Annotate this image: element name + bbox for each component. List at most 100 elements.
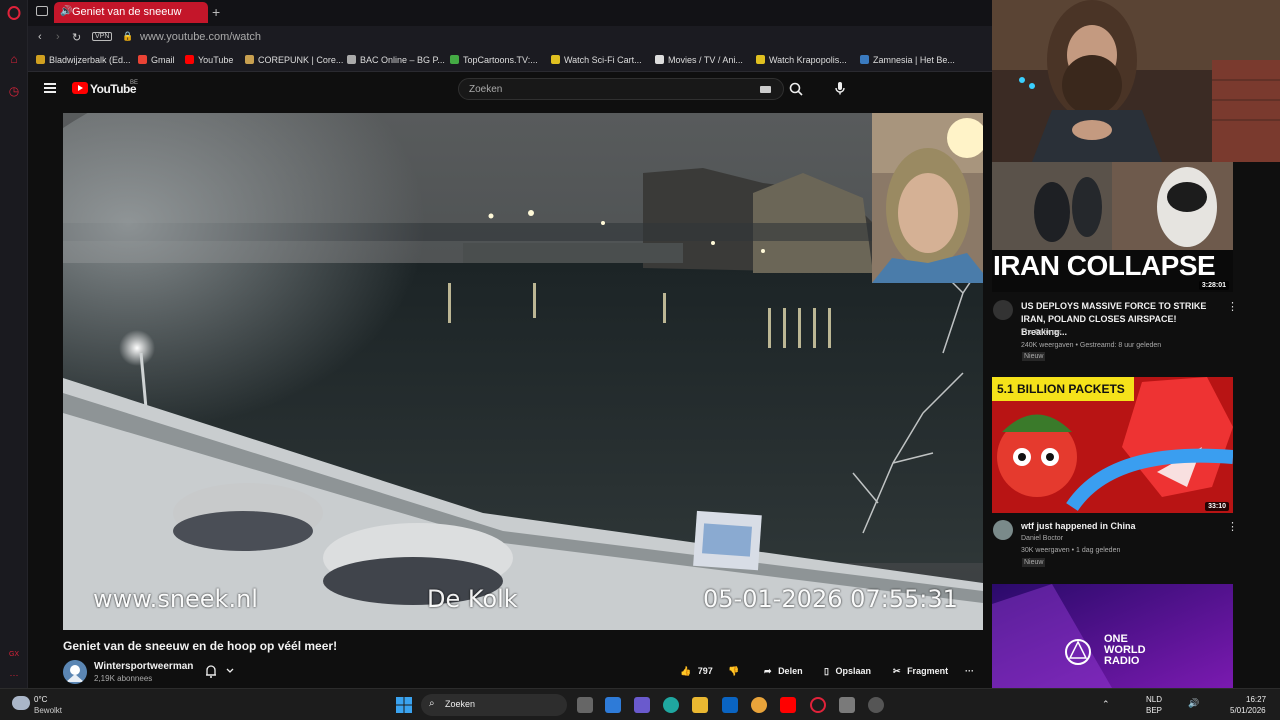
opera-gx-icon[interactable]	[810, 697, 826, 713]
vpn-badge[interactable]: VPN	[92, 32, 113, 41]
watermark-timestamp: 05-01-2026 07:55:31	[703, 585, 958, 613]
new-badge: Nieuw	[1022, 558, 1046, 567]
channel-name[interactable]: Wintersportweerman	[94, 661, 193, 672]
youtube-app-icon[interactable]	[780, 697, 796, 713]
streamer-webcam	[992, 0, 1280, 162]
forward-icon[interactable]: ›	[56, 31, 60, 43]
share-icon: ➦	[764, 666, 772, 676]
youtube-logo-icon[interactable]	[72, 82, 88, 94]
presenter-image	[872, 113, 983, 283]
calculator-icon[interactable]	[839, 697, 855, 713]
taskbar-search[interactable]: ⌕ Zoeken	[421, 694, 567, 716]
bookmark-item[interactable]: YouTube	[185, 55, 233, 65]
more-vert-icon[interactable]: ⋮	[1227, 520, 1238, 533]
microphone-icon[interactable]	[832, 80, 848, 96]
rec-thumb-text: IRAN COLLAPSE	[993, 250, 1216, 281]
more-vert-icon[interactable]: ⋮	[1227, 300, 1238, 313]
rec-thumbnail[interactable]: ONE WORLD RADIO	[992, 584, 1233, 688]
bell-icon[interactable]	[204, 664, 240, 678]
watermark-place: De Kolk	[427, 585, 518, 613]
country-code: BE	[130, 80, 139, 86]
dislike-button[interactable]: 👎	[728, 666, 739, 677]
bookmark-item[interactable]: Bladwijzerbalk (Ed...	[36, 55, 131, 65]
bookmark-item[interactable]: Watch Sci-Fi Cart...	[551, 55, 642, 65]
duration-badge: 33:10	[1205, 502, 1229, 511]
edge-icon[interactable]	[663, 697, 679, 713]
krapopolis-icon	[756, 55, 765, 64]
video-frame	[63, 113, 983, 630]
opera-logo-icon[interactable]	[7, 6, 21, 20]
weather-icon[interactable]	[12, 696, 30, 710]
history-icon[interactable]: ◷	[7, 84, 21, 98]
language-top[interactable]: NLD	[1146, 695, 1162, 704]
bookmark-item[interactable]: Gmail	[138, 55, 175, 65]
bookmarks-bar: Bladwijzerbalk (Ed... Gmail YouTube CORE…	[28, 50, 992, 72]
tab-title: Geniet van de sneeuw	[72, 6, 182, 18]
bookmark-item[interactable]: Watch Krapopolis...	[756, 55, 847, 65]
volume-icon[interactable]: 🔊	[1188, 698, 1199, 709]
url-field[interactable]: www.youtube.com/watch	[140, 31, 261, 43]
clock-time[interactable]: 16:27	[1246, 695, 1266, 704]
outlook-icon[interactable]	[722, 697, 738, 713]
video-player[interactable]: www.sneek.nl De Kolk 05-01-2026 07:55:31	[63, 113, 983, 630]
watermark-site: www.sneek.nl	[93, 585, 258, 613]
bookmark-item[interactable]: COREPUNK | Core...	[245, 55, 343, 65]
teams-icon[interactable]	[634, 697, 650, 713]
speaker-icon[interactable]: 🔊	[60, 6, 72, 17]
tray-chevron-icon[interactable]: ⌃	[1102, 699, 1110, 710]
rec-thumbnail[interactable]: 5.1 BILLION PACKETS 33:10	[992, 377, 1233, 513]
rec-meta: 240K weergaven • Gestreamd: 8 uur gelede…	[1021, 342, 1162, 349]
channel-avatar[interactable]	[993, 520, 1013, 540]
gx-icon[interactable]: GX	[7, 648, 21, 662]
address-bar: ‹ › ↻ VPN 🔒 www.youtube.com/watch	[28, 26, 992, 50]
rec-title[interactable]: wtf just happened in China	[1021, 520, 1221, 533]
store-icon[interactable]	[605, 697, 621, 713]
channel-avatar[interactable]	[993, 300, 1013, 320]
tab-active[interactable]: 🔊 Geniet van de sneeuw	[54, 2, 208, 23]
search-input[interactable]: Zoeken	[458, 78, 784, 100]
bookmark-item[interactable]: BAC Online – BG P...	[347, 55, 445, 65]
bookmark-icon: ▯	[824, 666, 829, 676]
bookmark-item[interactable]: Zamnesia | Het Be...	[860, 55, 955, 65]
windows-start-icon[interactable]	[396, 697, 412, 713]
scifi-icon	[551, 55, 560, 64]
bag-icon[interactable]: ⌂	[7, 52, 21, 66]
rec-thumbnail[interactable]: IRAN COLLAPSE 3:28:01	[992, 162, 1233, 292]
scissors-icon: ✂	[893, 666, 901, 676]
keyboard-icon[interactable]	[760, 86, 771, 93]
rec-thumb-text: 5.1 BILLION PACKETS	[997, 382, 1125, 396]
save-button[interactable]: ▯ Opslaan	[824, 666, 871, 677]
language-bottom[interactable]: BEP	[1146, 706, 1162, 715]
channel-avatar[interactable]	[63, 660, 87, 684]
explorer-icon[interactable]	[692, 697, 708, 713]
more-icon[interactable]: ···	[7, 668, 21, 682]
bac-icon	[347, 55, 356, 64]
settings-gear-icon[interactable]	[868, 697, 884, 713]
bookmark-item[interactable]: Movies / TV / Ani...	[655, 55, 743, 65]
reload-icon[interactable]: ↻	[72, 31, 81, 44]
clock-date[interactable]: 5/01/2026	[1230, 706, 1266, 715]
lock-icon: 🔒	[122, 31, 134, 41]
like-count: 797	[697, 666, 713, 676]
rec-channel[interactable]: The Enforcer	[1021, 329, 1061, 336]
search-icon[interactable]	[788, 81, 804, 97]
task-view-icon[interactable]	[577, 697, 593, 713]
back-icon[interactable]: ‹	[38, 31, 42, 43]
share-button[interactable]: ➦ Delen	[764, 666, 803, 677]
new-tab-icon[interactable]: +	[212, 4, 220, 20]
workspaces-icon[interactable]	[36, 6, 48, 16]
recommendations: IRAN COLLAPSE 3:28:01 US DEPLOYS MASSIVE…	[992, 162, 1280, 688]
browser-sidebar: ⌂ ◷ GX ···	[0, 0, 28, 688]
weather-temp[interactable]: 0°C	[34, 695, 47, 704]
menu-icon[interactable]	[44, 83, 56, 93]
bookmark-item[interactable]: TopCartoons.TV:...	[450, 55, 538, 65]
rec-channel[interactable]: Daniel Boctor	[1021, 535, 1063, 542]
like-button[interactable]: 👍 797	[680, 666, 713, 677]
more-actions-icon[interactable]: ···	[965, 666, 974, 676]
chrome-icon[interactable]	[751, 697, 767, 713]
clip-button[interactable]: ✂ Fragment	[893, 666, 948, 677]
folder-icon	[36, 55, 45, 64]
topcartoons-icon	[450, 55, 459, 64]
thumbs-up-icon: 👍	[680, 666, 692, 676]
duration-badge: 3:28:01	[1198, 281, 1229, 290]
